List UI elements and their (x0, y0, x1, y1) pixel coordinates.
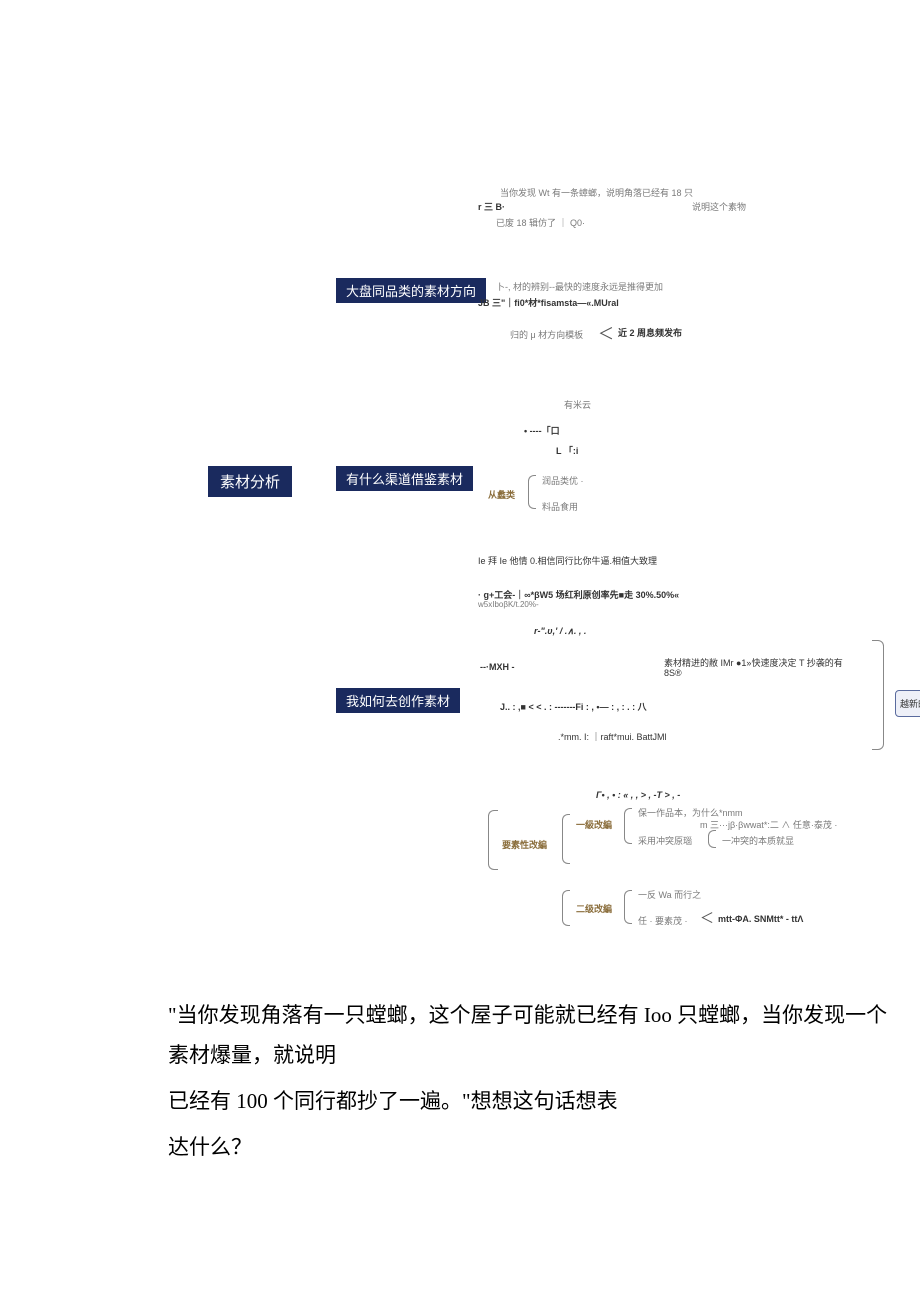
lvl1d: 一冲突的本质就显 (722, 834, 794, 847)
b1-t4: 近 2 周息频发布 (618, 326, 682, 339)
b2-cat2: 料品食用 (542, 500, 578, 513)
root-node[interactable]: 素材分析 (208, 466, 292, 497)
lvl1b: m 三···jβ·βwwat*:二 ∧ 任意·泰茂 · (700, 818, 837, 831)
b2-dots: • ----「口 (524, 424, 560, 437)
b1-t3: 归的 μ 材方向模板 (510, 328, 583, 341)
b2-cat1: 润品类优 · (542, 474, 584, 487)
chevron-left-icon: ＜ (598, 320, 614, 344)
b2-youmi: 有米云 (564, 398, 591, 411)
b2-fromcat: 从蠡类 (488, 488, 515, 501)
lvl2a: 一反 Wa 而行之 (638, 888, 701, 901)
b3-ru: r-".υ,' / .∧. , . (534, 626, 586, 637)
branch-channel[interactable]: 有什么渠道借鉴素材 (336, 466, 473, 491)
lvl1: 一級改編 (576, 818, 612, 831)
branch-direction[interactable]: 大盘同品类的素材方向 (336, 278, 486, 303)
b1-t2: JB 三"｜fi0*材*fisamsta—«.MUral (478, 296, 619, 309)
need-adapt: 要素性改編 (502, 838, 547, 851)
quote-p3: 达什么？ (168, 1128, 888, 1168)
branch-create[interactable]: 我如何去创作素材 (336, 688, 460, 713)
chevron-left-icon-2: ＜ (700, 908, 714, 928)
quote-p1: "当你发现角落有一只螳螂，这个屋子可能就已经有 Ioo 只螳螂，当你发现一个素材… (168, 996, 888, 1076)
quote-paragraph: "当你发现角落有一只螳螂，这个屋子可能就已经有 Ioo 只螳螂，当你发现一个素材… (168, 996, 888, 1174)
b1-t1: 卜-, 材的辨别--最快的速度永远是推得更加 (496, 280, 663, 293)
note-line1: 当你发现 Wt 有一条蟑螂，说明角落已经有 18 只 (500, 186, 693, 199)
note-line2b: 说明这个素物 (692, 200, 746, 213)
b3-refine: 素材精进的敝 IMr ●1»快速度决定 T 抄袭的有 (664, 656, 843, 669)
b3-8s: 8S® (664, 668, 682, 678)
note-line3: 已废 18 辑仿了 ｜ Q0· (496, 216, 585, 229)
lvl2c: mtt-ΦA. SNMtt* - ttΛ (718, 914, 803, 924)
b3-mxh: --·MXH - (480, 662, 515, 672)
b3-jline: J.. : ,■ < < . : -------Fi : , •— : , : … (500, 700, 647, 713)
bt-tser: Γ• , • : « , , > , -T > , - (596, 790, 680, 800)
note-line2a: r 三 B· (478, 200, 505, 213)
lvl2b: 任 · 要素茂 · (638, 914, 688, 927)
b3-mm: .*mm. I: ｜raft*mui. BattJMl (558, 730, 667, 743)
lvl1c: 采用冲突原瑙 (638, 834, 692, 847)
b2-believe: Ie 拜 Ie 他情 0.相信同行比你牛逼.相值大致理 (478, 554, 657, 567)
lvl2: 二级改編 (576, 902, 612, 915)
right-new-material: 越新的素材 (895, 690, 920, 717)
quote-p2: 已经有 100 个同行都抄了一遍。"想想这句话想表 (168, 1082, 888, 1122)
b2-beta: w5xIboβK/t.20%- (478, 600, 539, 609)
b2-li: L 「:i (556, 444, 578, 457)
